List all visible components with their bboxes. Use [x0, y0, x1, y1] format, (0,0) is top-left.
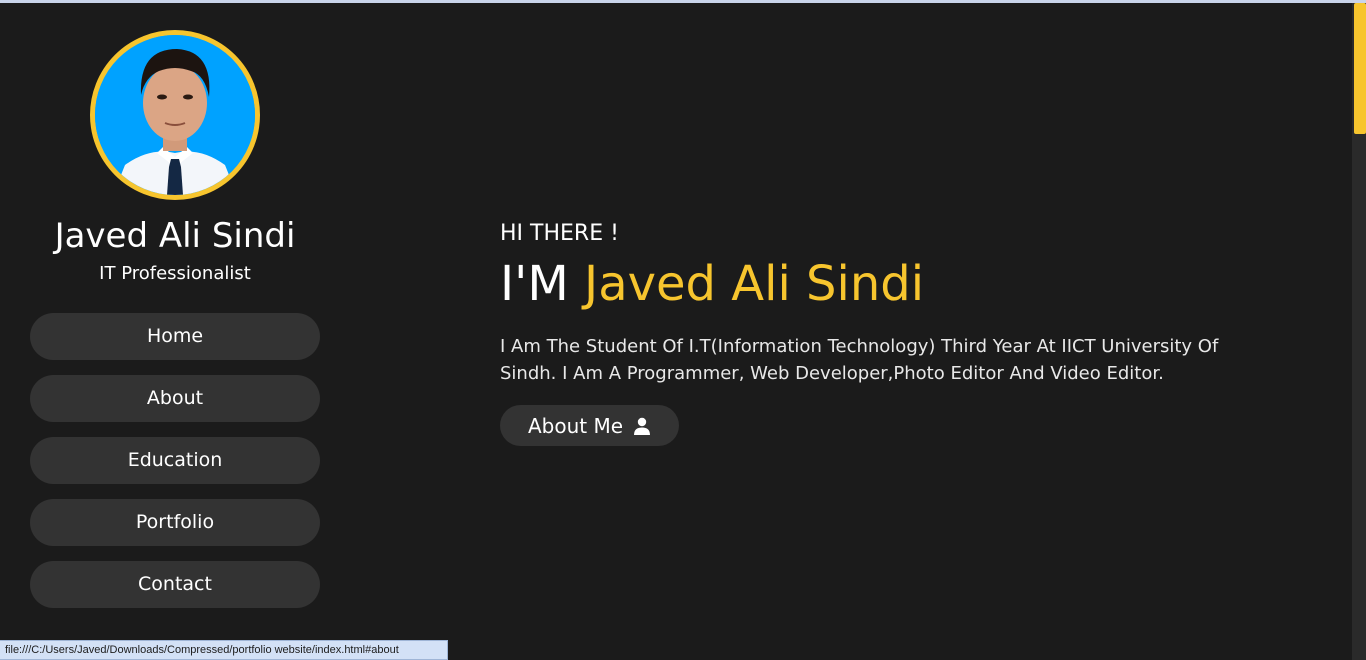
about-me-button[interactable]: About Me: [500, 405, 679, 446]
hero-headline: I'M Javed Ali Sindi: [500, 256, 924, 312]
scrollbar-thumb[interactable]: [1354, 3, 1366, 134]
hero-greeting: HI THERE !: [500, 221, 619, 246]
sidebar: Javed Ali Sindi IT Professionalist Home …: [0, 3, 350, 660]
profile-avatar: [90, 30, 260, 200]
user-icon: [633, 417, 651, 435]
nav-contact[interactable]: Contact: [30, 561, 320, 608]
page: Javed Ali Sindi IT Professionalist Home …: [0, 3, 1352, 660]
about-me-label: About Me: [527, 413, 624, 438]
profile-photo: [95, 35, 255, 195]
nav-education[interactable]: Education: [30, 437, 320, 484]
vertical-scrollbar[interactable]: [1352, 3, 1366, 660]
status-bar-url: file:///C:/Users/Javed/Downloads/Compres…: [0, 640, 448, 660]
profile-name: Javed Ali Sindi: [54, 216, 296, 256]
profile-role: IT Professionalist: [99, 263, 251, 284]
nav-about[interactable]: About: [30, 375, 320, 422]
nav-portfolio[interactable]: Portfolio: [30, 499, 320, 546]
nav-home[interactable]: Home: [30, 313, 320, 360]
headline-name: Javed Ali Sindi: [584, 256, 925, 312]
sidebar-nav: Home About Education Portfolio Contact: [30, 313, 320, 623]
headline-prefix: I'M: [500, 256, 585, 312]
hero-intro: I Am The Student Of I.T(Information Tech…: [500, 336, 1219, 384]
